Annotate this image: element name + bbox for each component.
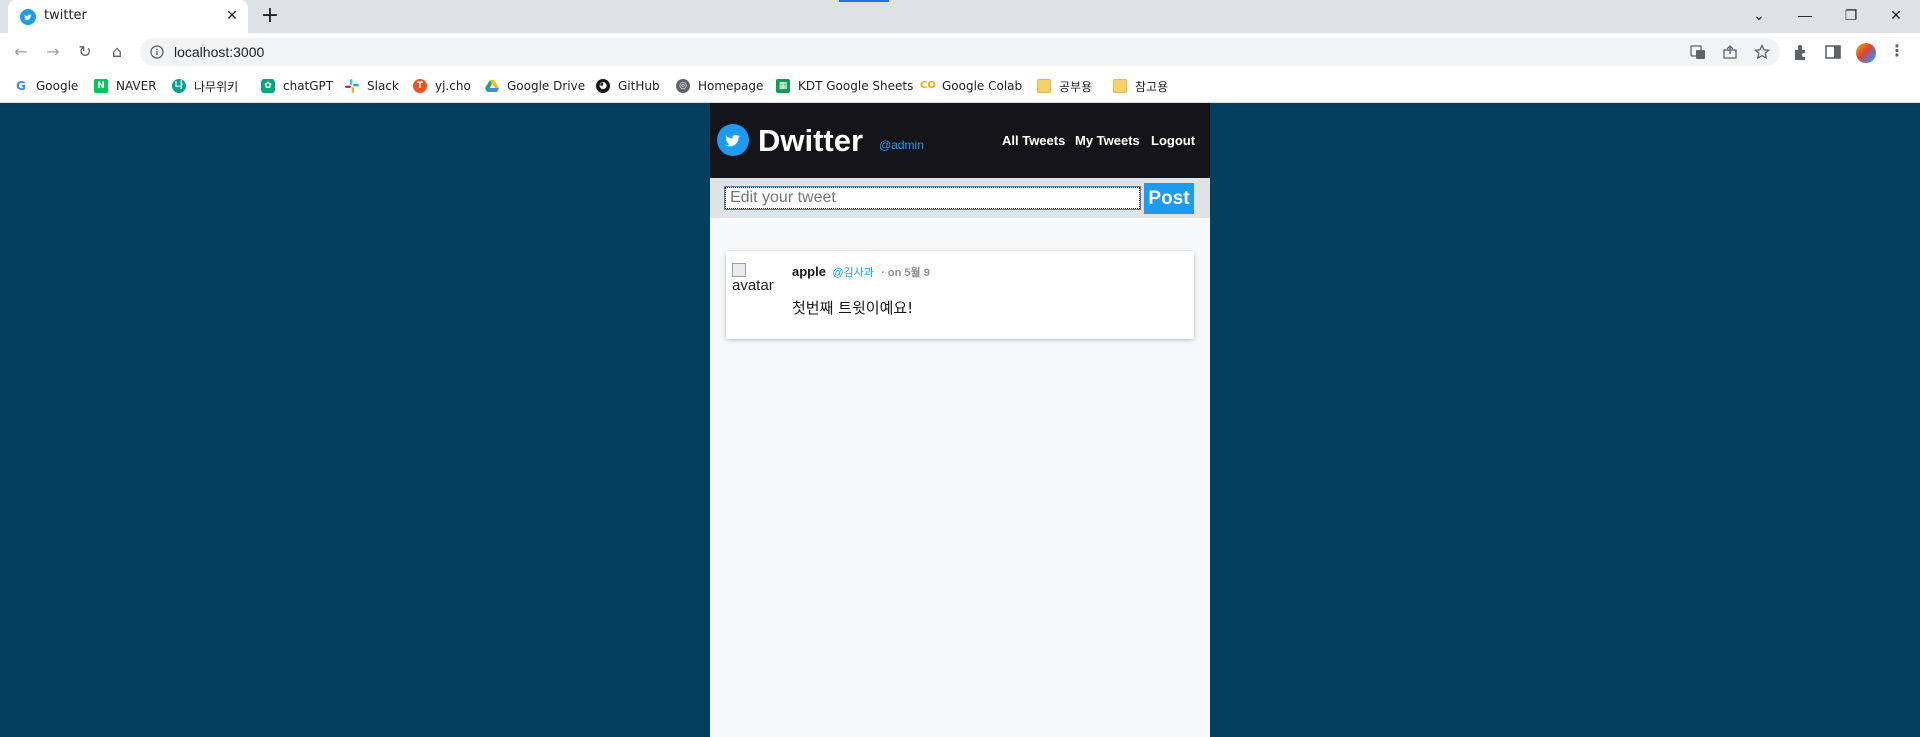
extensions-icon[interactable] bbox=[1792, 43, 1810, 61]
home-icon[interactable]: ⌂ bbox=[106, 41, 128, 63]
tweet-card: avatar apple @김사과 · on 5월 9 첫번째 트윗이예요! bbox=[726, 251, 1194, 339]
my-tweets-link[interactable]: My Tweets bbox=[1075, 133, 1140, 148]
all-tweets-link[interactable]: All Tweets bbox=[1002, 133, 1065, 148]
namuwiki-icon: 나 bbox=[172, 79, 186, 93]
tweet-date: · on 5월 9 bbox=[881, 267, 930, 279]
new-tab-button[interactable]: + bbox=[260, 5, 280, 27]
tab-title: twitter bbox=[44, 8, 87, 23]
bookmark-label: Homepage bbox=[698, 79, 764, 93]
tweet-meta: apple @김사과 · on 5월 9 bbox=[792, 264, 930, 280]
post-button[interactable]: Post bbox=[1144, 183, 1194, 214]
twitter-favicon-icon bbox=[20, 9, 36, 25]
browser-tab[interactable]: twitter ✕ bbox=[8, 0, 248, 33]
current-user-handle: @admin bbox=[879, 138, 924, 152]
slack-icon bbox=[345, 79, 359, 93]
bookmark-folder-reference[interactable]: 참고용 bbox=[1113, 77, 1168, 95]
chatgpt-icon: ✿ bbox=[261, 79, 275, 93]
address-bar[interactable]: localhost:3000 bbox=[140, 38, 1780, 66]
bookmark-label: Google Colab bbox=[942, 79, 1023, 93]
tistory-icon: T bbox=[413, 79, 427, 93]
app-header: Dwitter @admin All Tweets My Tweets Logo… bbox=[710, 103, 1210, 178]
site-info-icon[interactable] bbox=[150, 45, 164, 59]
bookmark-chatgpt[interactable]: ✿ chatGPT bbox=[261, 77, 333, 95]
bookmark-label: Google Drive bbox=[507, 79, 586, 93]
browser-tab-strip: twitter ✕ + ⌄ — ❐ ✕ bbox=[0, 0, 1920, 33]
naver-icon: N bbox=[94, 79, 108, 93]
bookmark-homepage[interactable]: ◎ Homepage bbox=[676, 77, 763, 95]
bookmark-google[interactable]: G Google bbox=[14, 77, 78, 95]
bookmark-slack[interactable]: Slack bbox=[345, 77, 399, 95]
close-tab-icon[interactable]: ✕ bbox=[224, 7, 240, 23]
bookmark-label: 나무위키 bbox=[194, 79, 239, 94]
bookmark-google-drive[interactable]: Google Drive bbox=[485, 77, 585, 95]
tab-indicator bbox=[839, 0, 889, 2]
google-sheets-icon: ▦ bbox=[776, 79, 790, 93]
colab-icon: CO bbox=[920, 80, 936, 91]
bookmark-label: 참고용 bbox=[1135, 79, 1169, 94]
minimize-button[interactable]: — bbox=[1794, 5, 1816, 25]
share-icon[interactable] bbox=[1722, 44, 1738, 60]
menu-kebab-icon[interactable]: ⋮ bbox=[1888, 43, 1906, 61]
profile-avatar[interactable] bbox=[1856, 43, 1876, 63]
tweet-composer: Post bbox=[710, 178, 1210, 218]
bookmark-label: yj.cho bbox=[435, 79, 471, 93]
side-panel-icon[interactable] bbox=[1824, 43, 1842, 61]
bookmarks-bar: G Google N NAVER 나 나무위키 ✿ chatGPT Slack … bbox=[0, 70, 1920, 103]
bookmark-github[interactable]: ◕ GitHub bbox=[596, 77, 660, 95]
google-icon: G bbox=[16, 79, 26, 93]
tweet-author-handle[interactable]: @김사과 bbox=[832, 267, 874, 279]
avatar: avatar bbox=[732, 263, 780, 311]
bookmark-label: GitHub bbox=[618, 79, 660, 93]
tweet-input[interactable] bbox=[724, 186, 1141, 210]
dwitter-app: Dwitter @admin All Tweets My Tweets Logo… bbox=[710, 103, 1210, 737]
forward-icon[interactable]: → bbox=[42, 41, 64, 63]
github-icon: ◕ bbox=[596, 79, 610, 93]
broken-image-icon bbox=[732, 263, 746, 277]
google-drive-icon bbox=[485, 79, 499, 93]
bookmark-label: Slack bbox=[367, 79, 399, 93]
bookmark-yjcho[interactable]: T yj.cho bbox=[413, 77, 471, 95]
tweet-author-name: apple bbox=[792, 264, 826, 279]
tweet-text: 첫번째 트윗이예요! bbox=[792, 299, 914, 317]
restore-button[interactable]: ❐ bbox=[1840, 5, 1862, 25]
folder-icon bbox=[1037, 79, 1051, 93]
tab-search-icon[interactable]: ⌄ bbox=[1748, 5, 1770, 25]
logout-link[interactable]: Logout bbox=[1151, 133, 1195, 148]
close-window-button[interactable]: ✕ bbox=[1885, 5, 1907, 25]
bookmark-folder-study[interactable]: 공부용 bbox=[1037, 77, 1092, 95]
folder-icon bbox=[1113, 79, 1127, 93]
bookmark-kdt-sheets[interactable]: ▦ KDT Google Sheets bbox=[776, 77, 913, 95]
bookmark-label: NAVER bbox=[116, 79, 157, 93]
url-text: localhost:3000 bbox=[174, 44, 265, 60]
app-brand[interactable]: Dwitter bbox=[758, 123, 863, 159]
avatar-alt-text: avatar bbox=[732, 277, 774, 294]
bookmark-label: KDT Google Sheets bbox=[798, 79, 914, 93]
bookmark-star-icon[interactable] bbox=[1753, 43, 1771, 60]
translate-icon[interactable] bbox=[1690, 44, 1706, 60]
twitter-logo-icon bbox=[717, 124, 749, 156]
bookmark-namuwiki[interactable]: 나 나무위키 bbox=[172, 77, 238, 95]
globe-icon: ◎ bbox=[676, 79, 690, 93]
browser-toolbar: ← → ↻ ⌂ localhost:3000 ⋮ bbox=[0, 33, 1920, 70]
bookmark-label: chatGPT bbox=[283, 79, 334, 93]
back-icon[interactable]: ← bbox=[10, 41, 32, 63]
bookmark-google-colab[interactable]: CO Google Colab bbox=[920, 77, 1022, 95]
reload-icon[interactable]: ↻ bbox=[74, 41, 96, 63]
bookmark-label: 공부용 bbox=[1059, 79, 1093, 94]
bookmark-naver[interactable]: N NAVER bbox=[94, 77, 157, 95]
bookmark-label: Google bbox=[36, 79, 79, 93]
